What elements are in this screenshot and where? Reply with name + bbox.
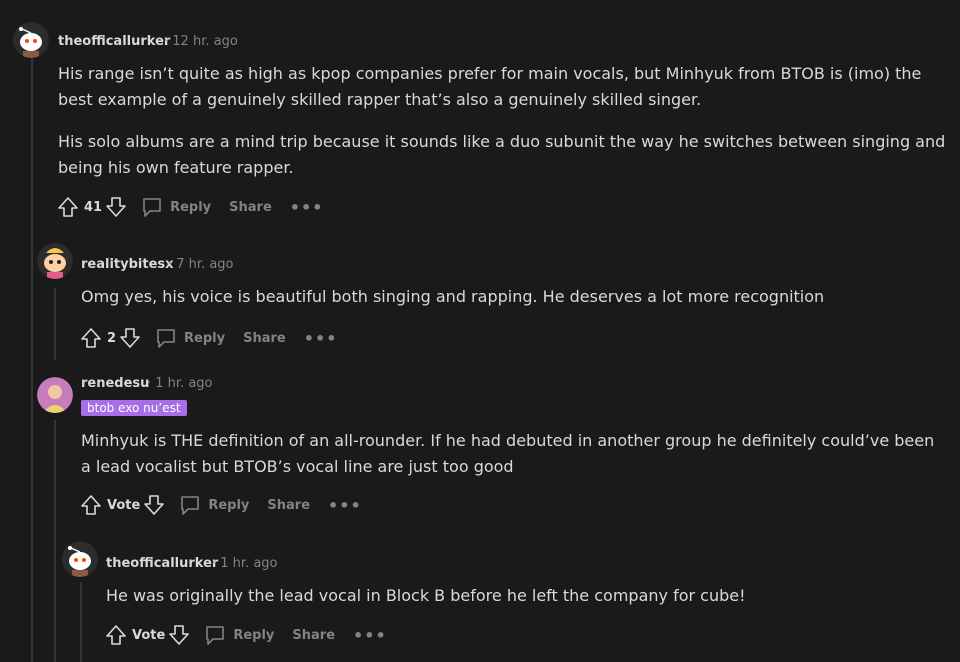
comment-bubble-icon [181,496,200,515]
vote-label: Vote [107,497,141,513]
avatar[interactable] [62,541,98,577]
user-flair: btob exo nu’est [81,400,187,416]
comment-actions: 41 Reply Share ••• [56,193,323,221]
thread-line[interactable] [54,288,56,360]
reply-button[interactable]: Reply [140,195,211,219]
meta-separator: · [168,257,173,272]
comment-author[interactable]: theofficallurker [106,556,218,571]
comment-meta: · 12 hr. ago [164,34,238,49]
comment-paragraph: He was originally the lead vocal in Bloc… [106,586,746,605]
comment-actions: Vote Reply Share ••• [79,491,362,519]
downvote-icon[interactable] [167,623,191,647]
comment-meta: · 1 hr. ago [212,556,278,571]
comment-paragraph: Omg yes, his voice is beautiful both sin… [81,287,825,306]
share-button[interactable]: Share [237,331,286,346]
reply-label: Reply [233,627,275,643]
snoo-avatar-icon [37,243,73,279]
share-button[interactable]: Share [223,200,272,215]
comment-bubble-icon [143,198,161,217]
comment-author[interactable]: theofficallurker [58,34,170,49]
comment-author[interactable]: realitybitesx [81,257,174,272]
share-label: Share [267,497,311,513]
comment-author[interactable]: renedesu [81,376,149,391]
more-options-icon[interactable]: ••• [353,626,387,645]
more-options-icon[interactable]: ••• [304,329,338,348]
upvote-icon[interactable] [79,326,103,350]
reply-label: Reply [170,199,212,215]
upvote-icon[interactable] [104,623,128,647]
comment-timestamp[interactable]: 1 hr. ago [220,556,277,571]
avatar[interactable] [37,377,73,413]
comment-meta: · 1 hr. ago [147,376,213,391]
reply-button[interactable]: Reply [178,493,249,517]
share-button[interactable]: Share [261,498,310,513]
more-options-icon[interactable]: ••• [290,198,324,217]
reply-button[interactable]: Reply [203,623,274,647]
reply-label: Reply [184,330,226,346]
downvote-icon[interactable] [142,493,166,517]
comment-body: Omg yes, his voice is beautiful both sin… [81,284,941,326]
snoo-avatar-icon [62,541,98,577]
thread-line[interactable] [54,420,56,662]
comment-body: Minhyuk is THE definition of an all-roun… [81,428,946,496]
comment-meta: · 7 hr. ago [168,257,234,272]
comment-paragraph: His range isn’t quite as high as kpop co… [58,64,922,109]
profile-photo-icon [37,377,73,413]
downvote-icon[interactable] [104,195,128,219]
vote-count: 2 [107,330,117,346]
thread-line[interactable] [80,582,82,662]
reply-label: Reply [208,497,250,513]
downvote-icon[interactable] [118,326,142,350]
share-label: Share [292,627,336,643]
vote-count: 41 [84,199,103,215]
avatar[interactable] [13,22,49,58]
share-label: Share [229,199,272,215]
upvote-icon[interactable] [56,195,80,219]
meta-separator: · [147,376,152,391]
comment-bubble-icon [206,626,225,645]
comment-actions: Vote Reply Share ••• [104,621,387,649]
comment-bubble-icon [157,329,175,348]
meta-separator: · [164,34,169,49]
share-label: Share [243,330,286,346]
comment-actions: 2 Reply Share ••• [79,324,337,352]
upvote-icon[interactable] [79,493,103,517]
vote-label: Vote [132,627,166,643]
comment-paragraph: Minhyuk is THE definition of an all-roun… [81,431,935,476]
comment-body: His range isn’t quite as high as kpop co… [58,61,948,197]
more-options-icon[interactable]: ••• [328,496,362,515]
comment-timestamp[interactable]: 12 hr. ago [172,34,238,49]
comment-paragraph: His solo albums are a mind trip because … [58,132,946,177]
share-button[interactable]: Share [286,628,335,643]
meta-separator: · [212,556,217,571]
reply-button[interactable]: Reply [154,326,225,350]
comment-timestamp[interactable]: 7 hr. ago [176,257,233,272]
thread-line[interactable] [31,56,33,662]
comment-body: He was originally the lead vocal in Bloc… [106,583,946,625]
snoo-avatar-icon [13,22,49,58]
comment-timestamp[interactable]: 1 hr. ago [155,376,212,391]
avatar[interactable] [37,243,73,279]
